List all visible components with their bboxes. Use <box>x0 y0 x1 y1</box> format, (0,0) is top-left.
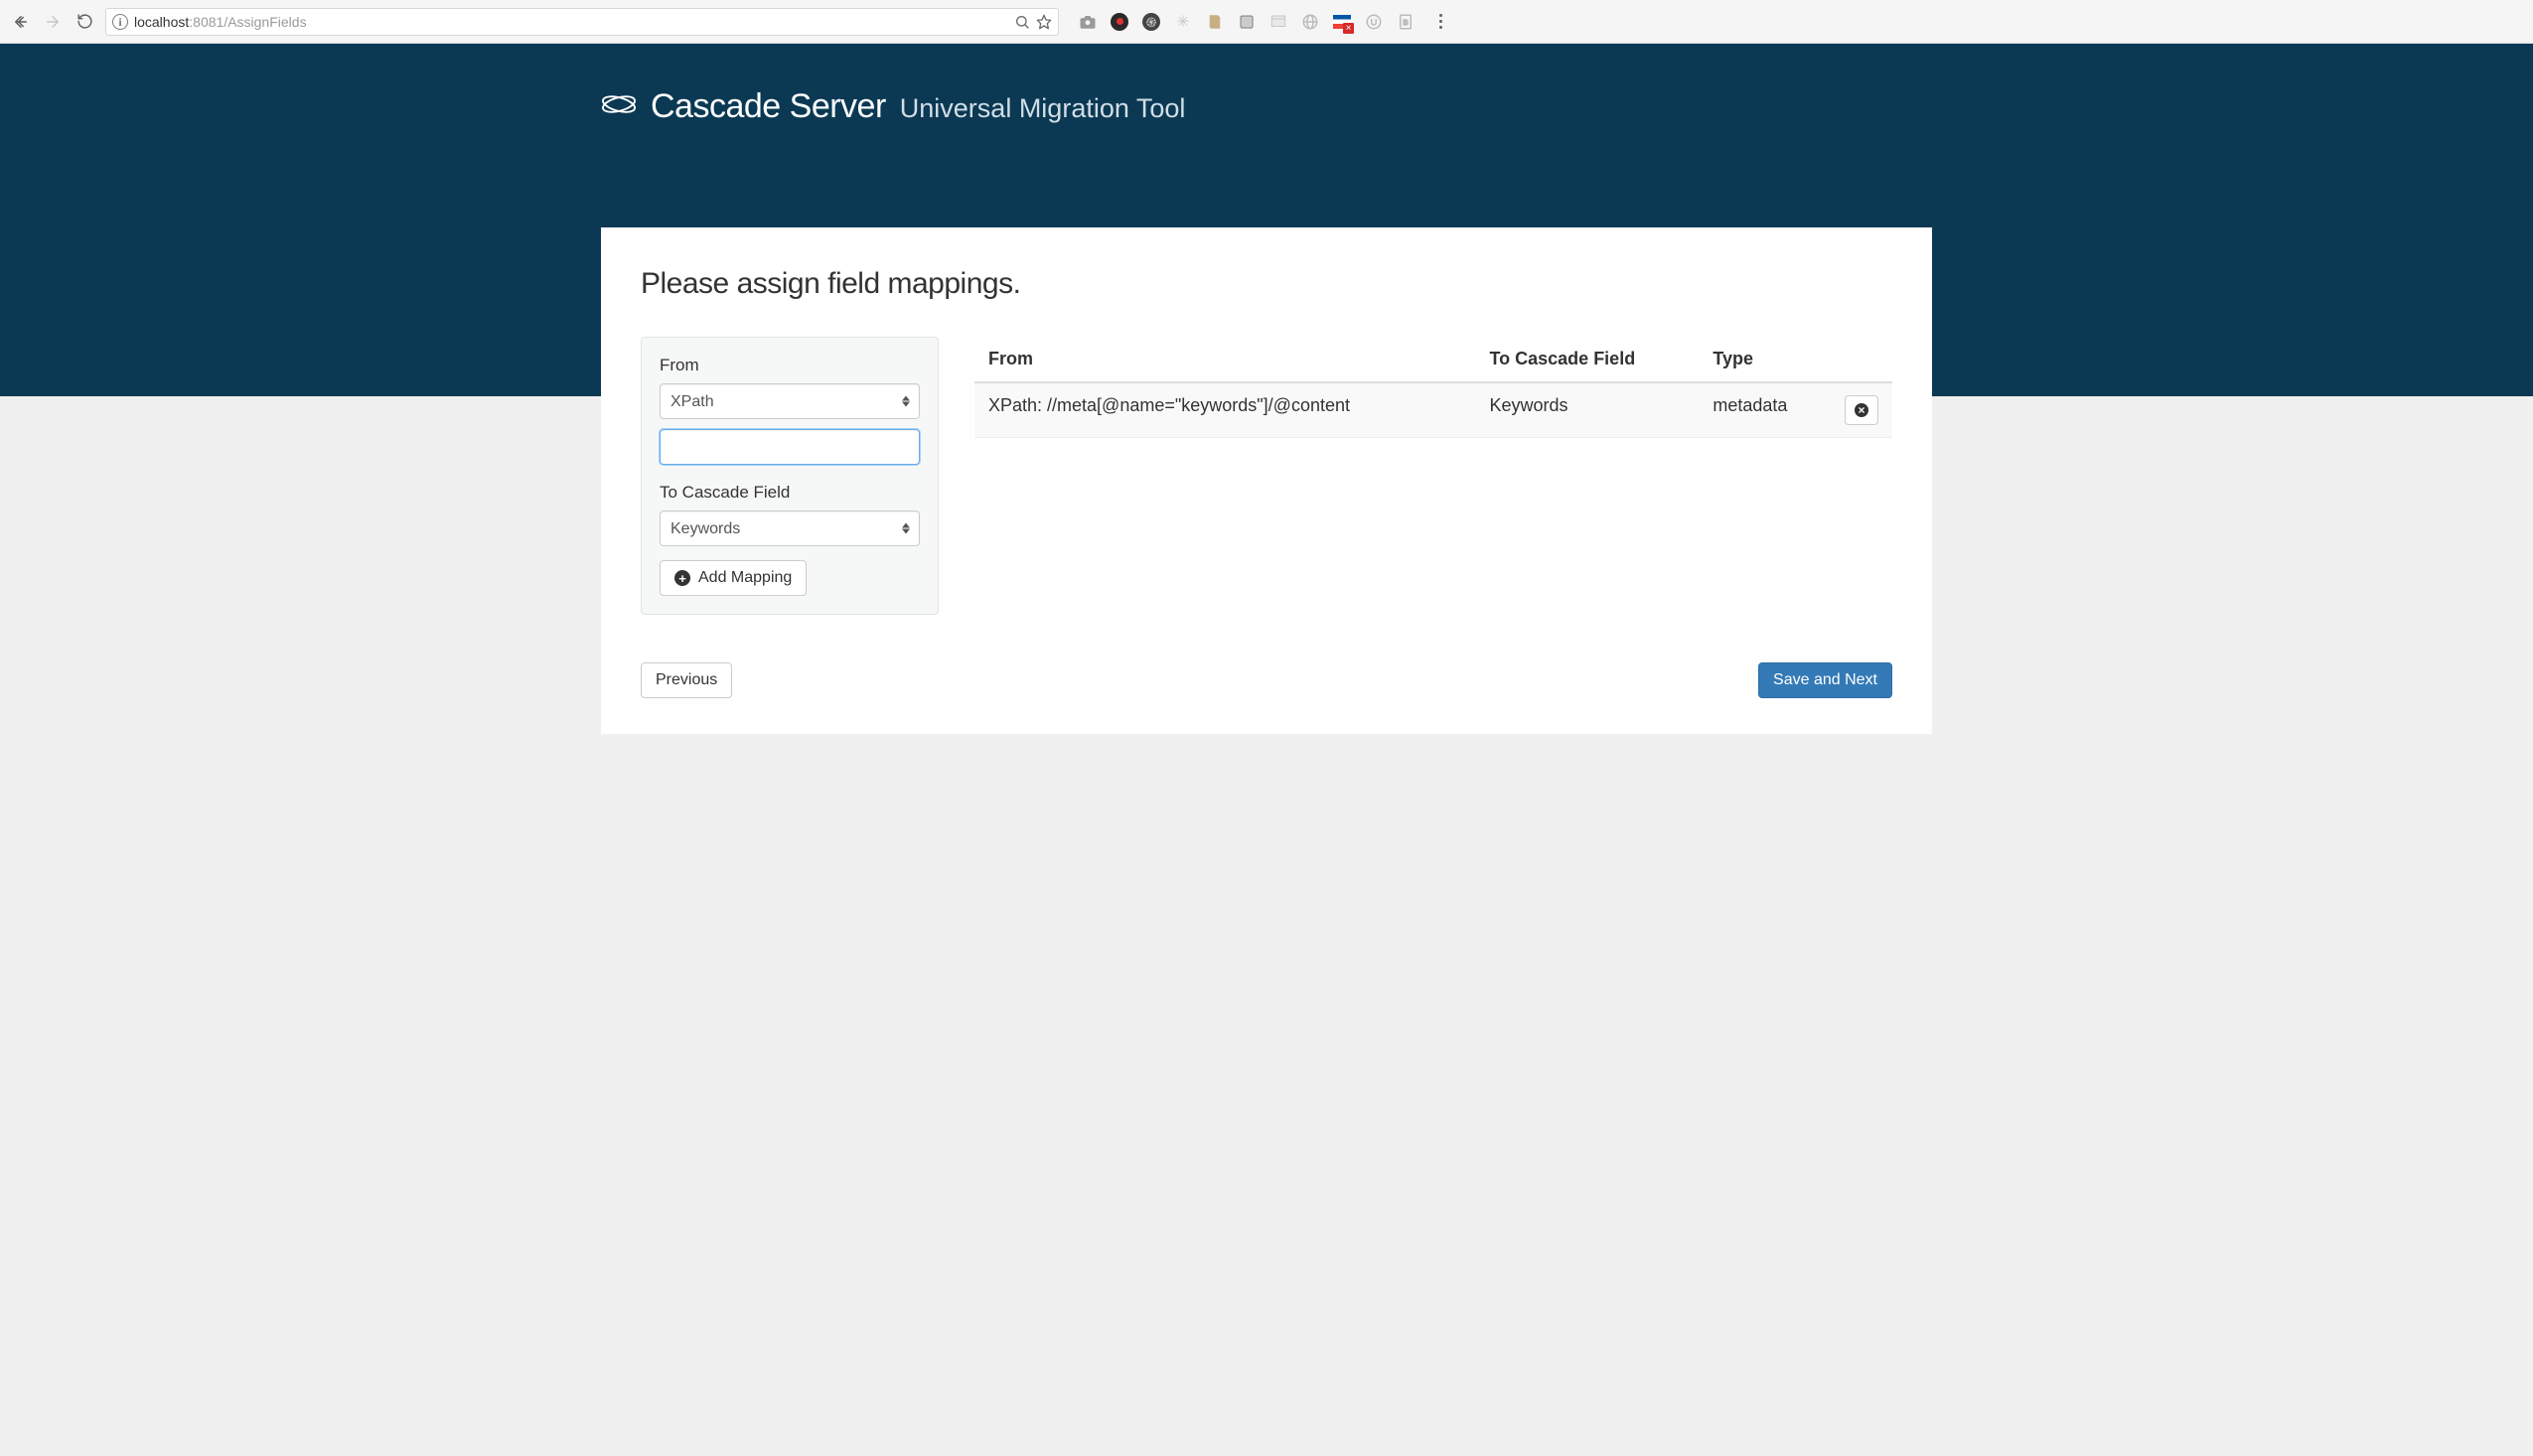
previous-button[interactable]: Previous <box>641 662 732 698</box>
snowflake-icon[interactable]: ✳ <box>1174 13 1192 31</box>
url-host: localhost <box>134 14 189 30</box>
from-type-select[interactable]: XPath <box>660 383 920 419</box>
back-button[interactable] <box>10 11 32 33</box>
window-icon[interactable] <box>1269 13 1287 31</box>
bookmark-star-icon[interactable] <box>1036 14 1052 30</box>
to-label: To Cascade Field <box>660 483 920 503</box>
th-to: To Cascade Field <box>1475 337 1699 382</box>
remove-icon: × <box>1855 403 1868 417</box>
forward-button[interactable] <box>42 11 64 33</box>
flag-icon[interactable] <box>1333 15 1351 29</box>
zoom-icon[interactable] <box>1014 14 1030 30</box>
brand-block: Cascade Server Universal Migration Tool <box>601 44 1932 126</box>
cascade-logo-icon <box>601 91 637 117</box>
camera-icon[interactable] <box>1079 13 1097 31</box>
script-icon[interactable] <box>1206 13 1224 31</box>
square-icon[interactable] <box>1238 13 1256 31</box>
browser-chrome-bar: i localhost:8081/AssignFields ֍ ✳ B <box>0 0 2533 44</box>
url-text: localhost:8081/AssignFields <box>134 14 307 30</box>
mappings-table: From To Cascade Field Type XPath: //meta… <box>974 337 1892 438</box>
to-cascade-field-select[interactable]: Keywords <box>660 510 920 546</box>
page-heading: Please assign field mappings. <box>641 267 1892 301</box>
cell-from: XPath: //meta[@name="keywords"]/@content <box>974 382 1475 438</box>
address-bar[interactable]: i localhost:8081/AssignFields <box>105 8 1059 36</box>
globe-icon[interactable] <box>1301 13 1319 31</box>
circle-u-icon[interactable] <box>1365 13 1383 31</box>
main-card: Please assign field mappings. From XPath… <box>601 227 1932 734</box>
cell-to: Keywords <box>1475 382 1699 438</box>
plus-circle-icon: + <box>674 570 690 586</box>
extension-icons: ֍ ✳ B <box>1079 13 1415 31</box>
add-mapping-button[interactable]: + Add Mapping <box>660 560 807 596</box>
spiral-icon[interactable]: ֍ <box>1142 13 1160 31</box>
url-path: /AssignFields <box>224 14 306 30</box>
from-value-input[interactable] <box>660 429 920 465</box>
th-type: Type <box>1699 337 1831 382</box>
cell-type: metadata <box>1699 382 1831 438</box>
svg-text:B: B <box>1403 18 1408 27</box>
reload-button[interactable] <box>74 11 95 33</box>
site-info-icon[interactable]: i <box>112 14 128 30</box>
add-mapping-label: Add Mapping <box>698 569 792 587</box>
url-port: :8081 <box>189 14 224 30</box>
remove-mapping-button[interactable]: × <box>1845 395 1878 425</box>
th-from: From <box>974 337 1475 382</box>
footer-bar: Previous Save and Next <box>641 662 1892 698</box>
record-icon[interactable] <box>1111 13 1128 31</box>
brand-title: Cascade Server <box>651 87 886 126</box>
chrome-menu-button[interactable] <box>1430 14 1450 29</box>
doc-b-icon[interactable]: B <box>1397 13 1415 31</box>
mapping-form-panel: From XPath To Cascade Field Keywords <box>641 337 939 615</box>
table-row: XPath: //meta[@name="keywords"]/@content… <box>974 382 1892 438</box>
from-label: From <box>660 356 920 375</box>
save-and-next-button[interactable]: Save and Next <box>1758 662 1892 698</box>
brand-subtitle: Universal Migration Tool <box>900 93 1186 124</box>
mappings-table-area: From To Cascade Field Type XPath: //meta… <box>974 337 1892 438</box>
